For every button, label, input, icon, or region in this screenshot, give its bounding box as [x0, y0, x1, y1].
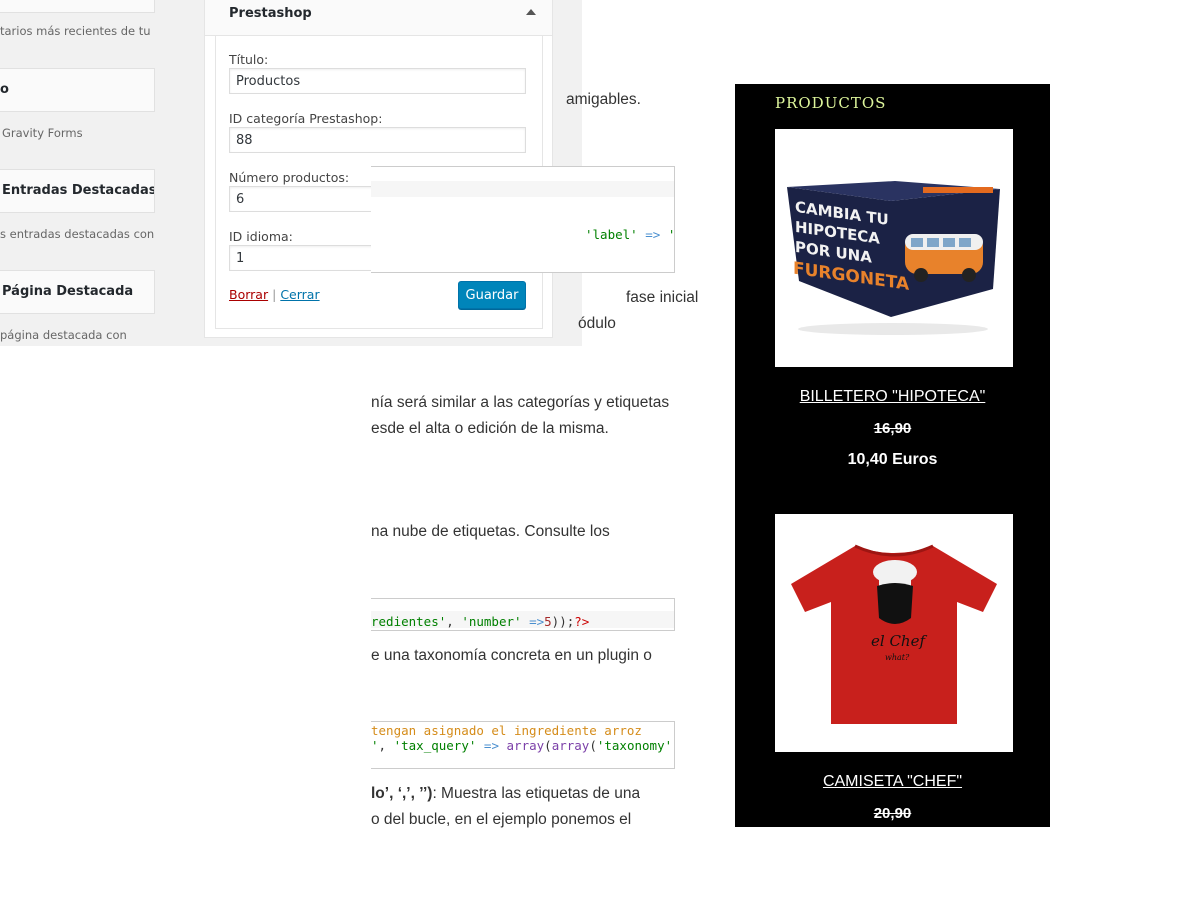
code-token: 'number' — [461, 614, 522, 629]
available-widget-label-4: Página Destacada — [2, 284, 134, 299]
available-widget-desc-3: s entradas destacadas con — [0, 227, 155, 241]
actions-separator: | — [272, 287, 277, 302]
available-widget-desc-4: página destacada con — [0, 328, 127, 342]
available-widget-desc-1: tarios más recientes de tu — [0, 24, 151, 38]
code-token: 'label' — [585, 227, 638, 242]
code-token: , — [446, 614, 462, 629]
code-block-2: redientes', 'number' =>5));?> — [371, 598, 675, 631]
available-widget-3[interactable]: Entradas Destacadas — [0, 169, 155, 213]
code-block-1: 'label' => 'l — [371, 166, 675, 273]
code-token: array — [551, 738, 590, 753]
product-count-label: Número productos: — [229, 170, 350, 185]
product-image-wallet[interactable]: CAMBIA TU HIPOTECA POR UNA FURGONETA — [775, 129, 1013, 367]
code-line-2: redientes', 'number' =>5));?> — [371, 613, 674, 630]
code-token: ?> — [574, 614, 590, 629]
widget-title: Prestashop — [229, 6, 312, 21]
code-token: 'taxonomy' — [596, 738, 673, 753]
code-token: ( — [544, 738, 552, 753]
code-line-1: 'label' => 'l — [585, 226, 674, 243]
close-link[interactable]: Cerrar — [280, 287, 319, 302]
collapse-arrow-icon[interactable] — [526, 9, 536, 15]
code-token: ( — [589, 738, 597, 753]
code-token: 5 — [544, 614, 552, 629]
available-widget-desc-2: Gravity Forms — [2, 126, 83, 140]
code-token: array — [506, 738, 545, 753]
widget-actions: Borrar | Cerrar — [229, 287, 320, 302]
article-text-7: e una taxonomía concreta en un plugin o — [371, 647, 652, 664]
delete-link[interactable]: Borrar — [229, 287, 268, 302]
product-name-2[interactable]: CAMISETA "CHEF" — [735, 773, 1050, 791]
products-widget: PRODUCTOS CAMBIA TU HIPOTECA POR UNA FUR… — [735, 84, 1050, 827]
article-text-8: lo’, ‘,’, ’’): Muestra las etiquetas de … — [371, 785, 640, 803]
chef-hat-icon — [873, 560, 917, 586]
title-label: Título: — [229, 52, 269, 67]
code-token: => — [645, 227, 661, 242]
code-token: 'l — [667, 227, 675, 242]
code-token: ' — [371, 738, 379, 753]
article-text-4: nía será similar a las categorías y etiq… — [371, 394, 670, 411]
code-line-3b: ', 'tax_query' => array(array('taxonomy'… — [371, 737, 674, 754]
available-widget-4[interactable]: Página Destacada — [0, 270, 155, 314]
tshirt-illustration: el Chef what? — [791, 544, 997, 724]
widget-header[interactable]: Prestashop — [205, 0, 552, 36]
product-new-price-1: 10,40 Euros — [847, 451, 938, 468]
article-text-1: amigables. — [566, 91, 641, 108]
title-input[interactable] — [229, 68, 526, 94]
article-text-9: o del bucle, en el ejemplo ponemos el — [371, 811, 632, 828]
code-token: => — [483, 738, 499, 753]
code-token: )); — [551, 614, 575, 629]
article-text-5: esde el alta o edición de la misma. — [371, 420, 609, 437]
article-text-6: na nube de etiquetas. Consulte los — [371, 523, 610, 540]
product-name-1[interactable]: BILLETERO "HIPOTECA" — [735, 388, 1050, 406]
available-widget-2[interactable]: o — [0, 68, 155, 112]
article-text-2: fase inicial — [626, 289, 699, 306]
code-token: , — [378, 738, 394, 753]
available-widget-label-3: Entradas Destacadas — [2, 183, 155, 198]
tshirt-text-line-2: what? — [885, 653, 910, 662]
code-comment: tengan asignado el ingrediente arroz — [371, 723, 642, 738]
save-button[interactable]: Guardar — [458, 281, 526, 309]
wallet-illustration: CAMBIA TU HIPOTECA POR UNA FURGONETA — [787, 181, 1000, 335]
article-text-3: ódulo — [578, 315, 616, 332]
products-widget-title: PRODUCTOS — [775, 94, 887, 112]
code-line-highlight — [371, 181, 674, 197]
product-image-tshirt[interactable]: el Chef what? — [775, 514, 1013, 752]
code-token: => — [529, 614, 545, 629]
product-old-price-1: 16,90 — [873, 420, 912, 437]
tshirt-text-line-1: el Chef — [871, 632, 927, 650]
code-token: redientes' — [371, 614, 447, 629]
available-widget-label-2: o — [0, 82, 9, 97]
category-id-input[interactable] — [229, 127, 526, 153]
code-token: 'tax_query' — [393, 738, 477, 753]
bold-snippet: lo’, ‘,’, ’’) — [371, 785, 433, 802]
bold-snippet-continuation: : Muestra las etiquetas de una — [432, 785, 641, 802]
language-id-label: ID idioma: — [229, 229, 293, 244]
category-id-label: ID categoría Prestashop: — [229, 111, 383, 126]
available-widget-1[interactable] — [0, 0, 155, 13]
code-block-3: tengan asignado el ingrediente arroz ', … — [371, 721, 675, 769]
product-old-price-2: 20,90 — [873, 805, 912, 822]
